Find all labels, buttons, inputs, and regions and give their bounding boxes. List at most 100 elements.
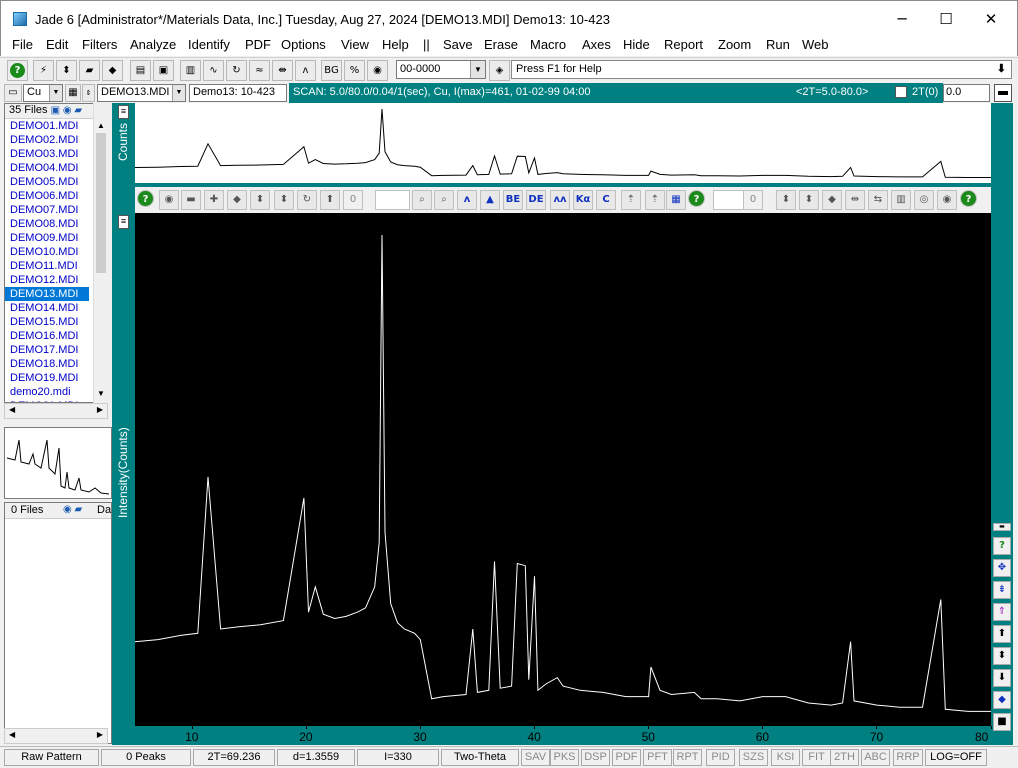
- scroll-down-icon[interactable]: ▼: [97, 389, 105, 398]
- tool-button-4[interactable]: ◆: [102, 60, 123, 81]
- right-tool-7[interactable]: ⬇: [993, 669, 1011, 687]
- print-button[interactable]: ▤: [130, 60, 151, 81]
- status-tab-pks[interactable]: PKS: [550, 749, 579, 766]
- menu-options[interactable]: Options: [281, 37, 326, 52]
- tool-button-8[interactable]: ∿: [203, 60, 224, 81]
- close-button[interactable]: ✕: [977, 8, 1005, 30]
- menu-identify[interactable]: Identify: [188, 37, 230, 52]
- file-item[interactable]: DEMO09.MDI: [5, 231, 107, 245]
- file-item[interactable]: DEMO13.MDI: [5, 287, 89, 301]
- file-item[interactable]: DEMO11.MDI: [5, 259, 107, 273]
- menu-file[interactable]: File: [12, 37, 33, 52]
- right-tool-8[interactable]: ◆: [993, 691, 1011, 709]
- scroll-thumb[interactable]: [96, 133, 106, 273]
- right-tool-6[interactable]: ⬍: [993, 647, 1011, 665]
- status-tab-dsp[interactable]: DSP: [581, 749, 610, 766]
- background-button[interactable]: BG: [321, 60, 342, 81]
- top-plot-menu-button[interactable]: ≡: [118, 105, 129, 119]
- status-tab-ksi[interactable]: KSI: [771, 749, 800, 766]
- tool-faded-1[interactable]: ⇡: [621, 190, 641, 210]
- tool-button-14[interactable]: %: [344, 60, 365, 81]
- tool-updown-3[interactable]: ⬍: [776, 190, 796, 210]
- plot-help-button-3[interactable]: ?: [960, 190, 977, 207]
- twot-zero-checkbox[interactable]: [895, 86, 907, 98]
- tool-peak[interactable]: ʌ: [457, 190, 477, 210]
- menu-save[interactable]: Save: [443, 37, 473, 52]
- tool-button-10[interactable]: ≈: [249, 60, 270, 81]
- tool-circle-2[interactable]: ◉: [937, 190, 957, 210]
- tool-lr[interactable]: ⇆: [868, 190, 888, 210]
- right-tool-4[interactable]: ⇑: [993, 603, 1011, 621]
- tool-updown-2[interactable]: ⬍: [274, 190, 294, 210]
- pattern-name-field[interactable]: Demo13: 10-423: [189, 84, 287, 102]
- status-tab-pdf[interactable]: PDF: [612, 749, 641, 766]
- tool-button-15[interactable]: ◉: [367, 60, 388, 81]
- twot-offset-field[interactable]: 0.0: [943, 84, 990, 102]
- tool-up[interactable]: ⬆: [320, 190, 340, 210]
- tool-button-7[interactable]: ▥: [180, 60, 201, 81]
- menu-run[interactable]: Run: [766, 37, 790, 52]
- file-item[interactable]: DEMO17.MDI: [5, 343, 107, 357]
- menu-analyze[interactable]: Analyze: [130, 37, 176, 52]
- status-tab-rpt[interactable]: RPT: [673, 749, 702, 766]
- file-item[interactable]: DEMO12.MDI: [5, 273, 107, 287]
- file-select[interactable]: DEMO13.MDI ▼: [97, 84, 186, 102]
- menu-help[interactable]: Help: [382, 37, 409, 52]
- file-item[interactable]: demo20.mdi: [5, 385, 107, 399]
- main-plot-menu-button[interactable]: ≡: [118, 215, 129, 229]
- scroll-right-icon[interactable]: ▶: [97, 405, 103, 414]
- file-item[interactable]: DEMO06.MDI: [5, 189, 107, 203]
- plot-help-button[interactable]: ?: [137, 190, 154, 207]
- tool-button-1[interactable]: ⚡: [33, 60, 54, 81]
- menu-view[interactable]: View: [341, 37, 369, 52]
- tool-grid[interactable]: ▦: [666, 190, 686, 210]
- tool-refresh[interactable]: ↻: [297, 190, 317, 210]
- file-item[interactable]: DEMO10.MDI: [5, 245, 107, 259]
- menu-web[interactable]: Web: [802, 37, 829, 52]
- tool-minus[interactable]: ▬: [181, 190, 201, 210]
- pattern-thumbnail[interactable]: [4, 427, 112, 499]
- second-list-icons[interactable]: ◉ ▰: [63, 504, 82, 515]
- tool-double[interactable]: ʌʌ: [550, 190, 570, 210]
- menu-erase[interactable]: Erase: [484, 37, 518, 52]
- date-column-header[interactable]: Da: [97, 504, 111, 516]
- pdf-lookup-button[interactable]: ◈: [489, 60, 510, 81]
- calc-button[interactable]: ▦: [65, 84, 81, 102]
- file-item[interactable]: DEMO05.MDI: [5, 175, 107, 189]
- file-list-scrollbar[interactable]: ▲ ▼: [93, 103, 108, 403]
- right-tool-0[interactable]: ▬: [993, 523, 1011, 531]
- file-item[interactable]: DEMO03.MDI: [5, 147, 107, 161]
- scroll-right-icon[interactable]: ▶: [97, 730, 103, 739]
- status-tab-sav[interactable]: SAV: [521, 749, 550, 766]
- maximize-button[interactable]: ☐: [932, 8, 960, 30]
- tool-target[interactable]: ◎: [914, 190, 934, 210]
- tool-fill[interactable]: ▲: [480, 190, 500, 210]
- menu-axes[interactable]: Axes: [582, 37, 611, 52]
- chevron-down-icon[interactable]: ▼: [470, 61, 485, 78]
- second-list-hscrollbar[interactable]: ◀ ▶: [4, 728, 108, 744]
- menu-report[interactable]: Report: [664, 37, 703, 52]
- menu-macro[interactable]: Macro: [530, 37, 566, 52]
- right-help-button[interactable]: ?: [993, 537, 1011, 555]
- scroll-left-icon[interactable]: ◀: [9, 405, 15, 414]
- menu-filters[interactable]: Filters: [82, 37, 117, 52]
- status-mode[interactable]: Two-Theta: [441, 749, 519, 766]
- target-select[interactable]: Cu ▼: [23, 84, 63, 102]
- tool-zoom[interactable]: ⌕: [434, 190, 454, 210]
- file-list-icons[interactable]: ▣ ◉ ▰: [51, 105, 82, 116]
- plot-help-button-2[interactable]: ?: [688, 190, 705, 207]
- open-button[interactable]: ▰: [79, 60, 100, 81]
- right-tool-3[interactable]: ⇟: [993, 581, 1011, 599]
- scroll-up-icon[interactable]: ▲: [97, 121, 105, 130]
- overview-plot[interactable]: [134, 103, 991, 183]
- status-tab-szs[interactable]: SZS: [739, 749, 768, 766]
- chevron-down-icon[interactable]: ▼: [172, 85, 185, 101]
- tool-be[interactable]: BE: [503, 190, 523, 210]
- status-tab-fit[interactable]: FIT: [802, 749, 831, 766]
- status-tab-2th[interactable]: 2TH: [830, 749, 859, 766]
- scroll-left-icon[interactable]: ◀: [9, 730, 15, 739]
- open-folder-button[interactable]: ▭: [4, 84, 22, 102]
- file-list-hscrollbar[interactable]: ◀ ▶: [4, 403, 108, 419]
- file-item[interactable]: DEMO02.MDI: [5, 133, 107, 147]
- tool-plus[interactable]: ✚: [204, 190, 224, 210]
